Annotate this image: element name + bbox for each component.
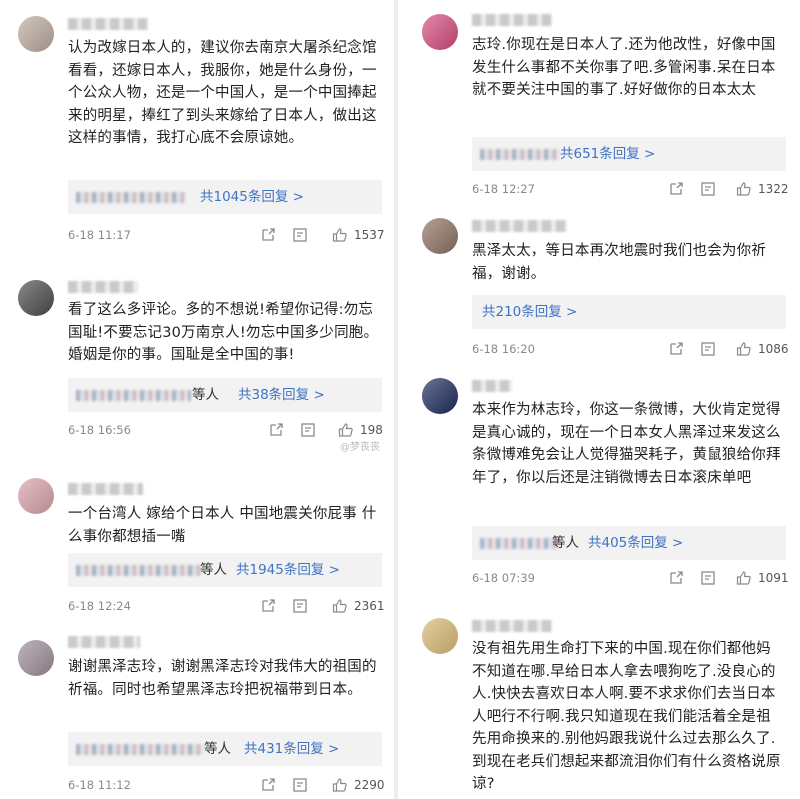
comment-meta: 6-18 16:20 1086 [472, 339, 789, 359]
like-count: 1091 [758, 571, 789, 585]
username-blurred[interactable] [472, 220, 567, 232]
comment-icon[interactable] [700, 570, 716, 586]
watermark: @梦丧丧 [340, 442, 380, 453]
reply-count-link[interactable]: 共38条回复 > [238, 378, 325, 412]
like-count: 1086 [758, 342, 789, 356]
reply-summary[interactable]: 等人 共431条回复 > [68, 732, 382, 766]
reply-users-blurred [76, 390, 191, 401]
reply-count-link[interactable]: 共431条回复 > [244, 732, 339, 766]
like-icon[interactable] [332, 227, 348, 243]
comment-icon[interactable] [700, 181, 716, 197]
reply-summary[interactable]: 等人 共1945条回复 > [68, 553, 382, 587]
share-icon[interactable] [668, 341, 684, 357]
share-icon[interactable] [260, 227, 276, 243]
comment-text: 认为改嫁日本人的，建议你去南京大屠杀纪念馆看看，还嫁日本人，我服你，她是什么身份… [68, 40, 377, 146]
avatar[interactable] [422, 378, 458, 414]
reply-users-suffix: 等人 [552, 535, 579, 551]
comment-meta: 6-18 12:24 2361 [68, 596, 385, 616]
reply-count-link[interactable]: 共1045条回复 > [200, 180, 304, 214]
reply-summary[interactable]: 等人 共405条回复 > [472, 526, 786, 560]
comment-time: 6-18 16:20 [472, 342, 535, 356]
comment-meta: 6-18 11:17 1537 [68, 225, 385, 245]
like-icon[interactable] [736, 181, 752, 197]
reply-users-blurred [480, 149, 560, 160]
username-blurred[interactable] [68, 636, 140, 648]
column-divider [394, 0, 398, 799]
like-count: 198 [360, 423, 383, 437]
comment-text: 黑泽太太，等日本再次地震时我们也会为你祈福，谢谢。 [472, 243, 766, 282]
reply-users-blurred [76, 565, 201, 576]
share-icon[interactable] [260, 598, 276, 614]
username-blurred[interactable] [472, 14, 552, 26]
avatar[interactable] [422, 618, 458, 654]
share-icon[interactable] [668, 570, 684, 586]
comment-time: 6-18 12:24 [68, 599, 131, 613]
share-icon[interactable] [268, 422, 284, 438]
comment-text: 本来作为林志玲，你这一条微博，大伙肯定觉得是真心诚的，现在一个日本女人黑泽过来发… [472, 402, 781, 486]
comment-text: 一个台湾人 嫁给个日本人 中国地震关你屁事 什么事你都想插一嘴 [68, 506, 377, 545]
like-icon[interactable] [736, 341, 752, 357]
reply-users-blurred [480, 538, 560, 549]
reply-count-link[interactable]: 共210条回复 > [482, 295, 577, 329]
comment-text: 看了这么多评论。多的不想说!希望你记得:勿忘国耻!不要忘记30万南京人!勿忘中国… [68, 302, 379, 363]
avatar[interactable] [18, 640, 54, 676]
avatar[interactable] [422, 218, 458, 254]
comment-time: 6-18 12:27 [472, 182, 535, 196]
reply-count-link[interactable]: 共405条回复 > [588, 526, 683, 560]
comment-column-left[interactable]: 认为改嫁日本人的，建议你去南京大屠杀纪念馆看看，还嫁日本人，我服你，她是什么身份… [0, 0, 388, 799]
comment-text: 没有祖先用生命打下来的中国.现在你们都他妈不知道在哪.早给日本人拿去喂狗吃了.没… [472, 641, 781, 792]
comment-text: 志玲.你现在是日本人了.还为他改性，好像中国发生什么事都不关你事了吧.多管闲事.… [472, 37, 776, 98]
like-icon[interactable] [332, 598, 348, 614]
comment-time: 6-18 11:12 [68, 778, 131, 792]
reply-summary[interactable]: 共210条回复 > [472, 295, 786, 329]
comment-icon[interactable] [292, 598, 308, 614]
avatar[interactable] [18, 16, 54, 52]
comment-column-right[interactable]: 志玲.你现在是日本人了.还为他改性，好像中国发生什么事都不关你事了吧.多管闲事.… [404, 0, 792, 799]
reply-summary[interactable]: 共1045条回复 > [68, 180, 382, 214]
comment-time: 6-18 16:56 [68, 423, 131, 437]
like-icon[interactable] [332, 777, 348, 793]
username-blurred[interactable] [68, 18, 148, 30]
comment-meta: 6-18 12:27 1322 [472, 179, 789, 199]
like-count: 1537 [354, 228, 385, 242]
comment-icon[interactable] [292, 227, 308, 243]
username-blurred[interactable] [472, 380, 512, 392]
username-blurred[interactable] [68, 281, 138, 293]
reply-summary[interactable]: 共651条回复 > [472, 137, 786, 171]
reply-users-suffix: 等人 [192, 387, 219, 403]
username-blurred[interactable] [68, 483, 143, 495]
comment-meta: 6-18 16:56 198 [68, 420, 383, 440]
reply-summary[interactable]: 等人 共38条回复 > [68, 378, 382, 412]
reply-users-blurred [76, 192, 186, 203]
avatar[interactable] [18, 478, 54, 514]
comment-icon[interactable] [700, 341, 716, 357]
like-count: 2361 [354, 599, 385, 613]
reply-users-blurred [76, 744, 204, 755]
avatar[interactable] [18, 280, 54, 316]
comment-meta: 6-18 11:12 2290 [68, 775, 385, 795]
share-icon[interactable] [668, 181, 684, 197]
comment-time: 6-18 07:39 [472, 571, 535, 585]
comment-time: 6-18 11:17 [68, 228, 131, 242]
like-icon[interactable] [736, 570, 752, 586]
comment-icon[interactable] [300, 422, 316, 438]
like-icon[interactable] [338, 422, 354, 438]
like-count: 1322 [758, 182, 789, 196]
avatar[interactable] [422, 14, 458, 50]
comment-icon[interactable] [292, 777, 308, 793]
share-icon[interactable] [260, 777, 276, 793]
username-blurred[interactable] [472, 620, 552, 632]
comment-meta: 6-18 07:39 1091 [472, 568, 789, 588]
comment-text: 谢谢黑泽志玲，谢谢黑泽志玲对我伟大的祖国的祈福。同时也希望黑泽志玲把祝福带到日本… [68, 659, 377, 698]
reply-count-link[interactable]: 共1945条回复 > [236, 553, 340, 587]
reply-count-link[interactable]: 共651条回复 > [560, 137, 655, 171]
reply-users-suffix: 等人 [200, 562, 227, 578]
reply-users-suffix: 等人 [204, 741, 231, 757]
like-count: 2290 [354, 778, 385, 792]
